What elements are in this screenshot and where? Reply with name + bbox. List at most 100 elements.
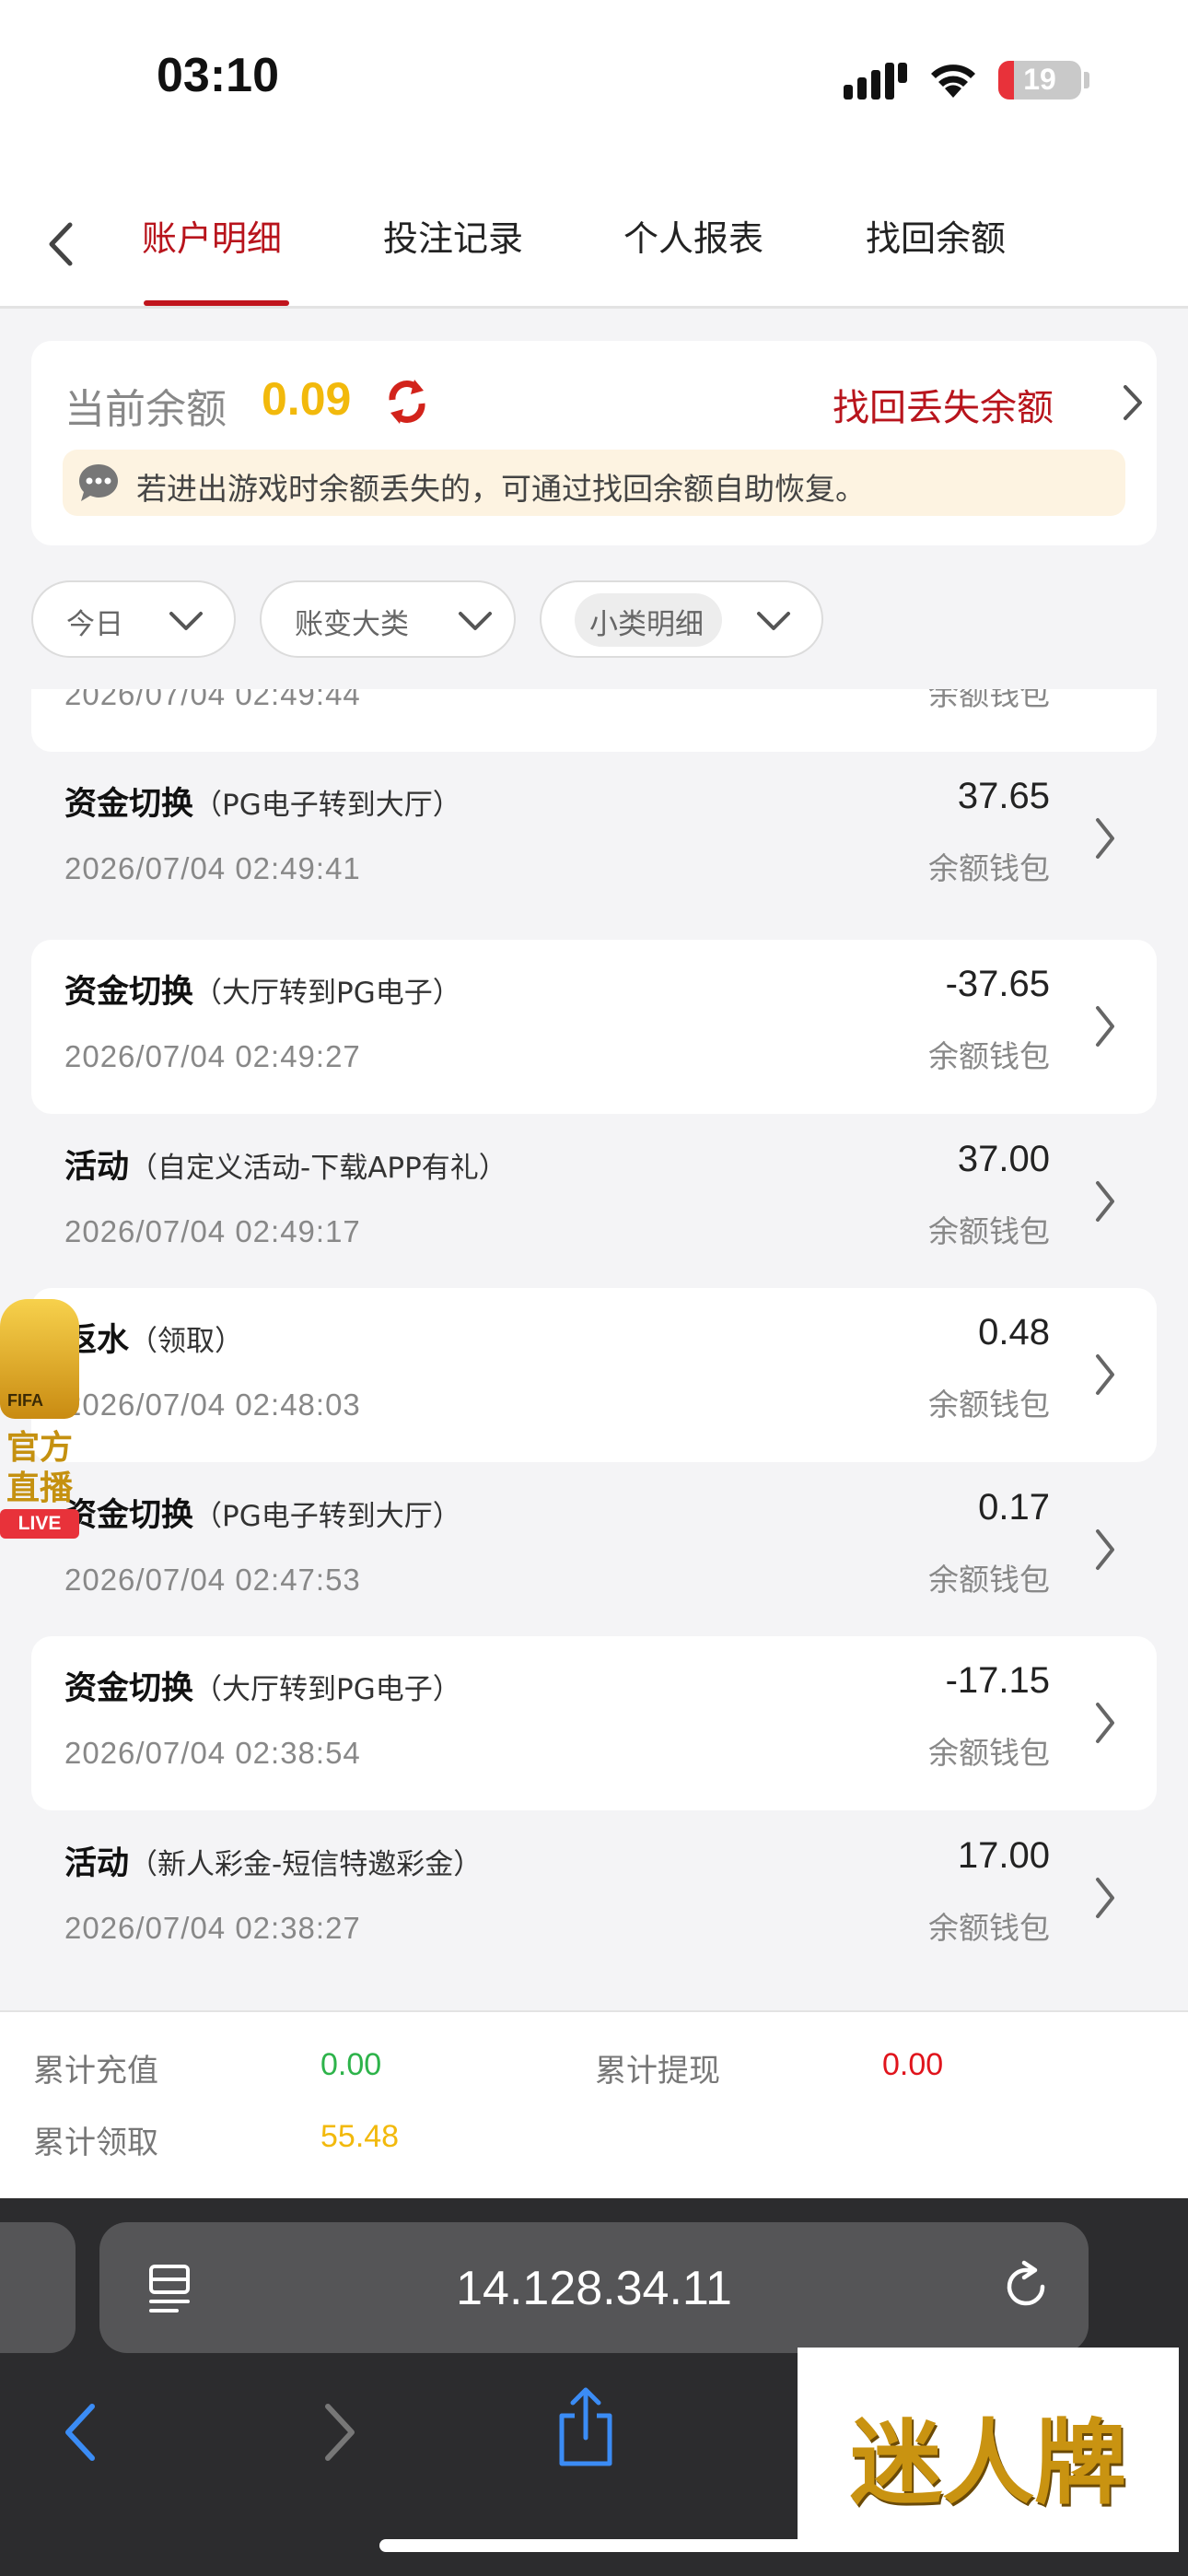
tab-recover-balance[interactable]: 找回余额 [866,210,1006,261]
row-amount: 17.00 [957,1835,1050,1876]
tab-bet-records[interactable]: 投注记录 [383,210,523,261]
total-withdraw-value: 0.00 [882,2047,944,2082]
url-text: 14.128.34.11 [456,2262,732,2315]
total-recharge-value: 0.00 [320,2047,382,2082]
row-amount: -17.15 [945,1660,1050,1701]
row-type: 活动 [64,1845,130,1882]
share-icon[interactable] [553,2383,619,2475]
balance-card: 当前余额 0.09 找回丢失余额 若进出游戏时余额丢失的，可通过找回余额自助恢复… [31,341,1157,545]
filter-date[interactable]: 今日 [31,580,236,658]
row-detail: （新人彩金-短信特邀彩金） [129,1848,483,1881]
filter-subcategory[interactable]: 小类明细 [540,580,823,658]
browser-forward-icon[interactable] [313,2395,365,2469]
chevron-right-icon [1096,1181,1114,1222]
filter-subcategory-label: 小类明细 [589,608,704,641]
battery-percent: 19 [1023,63,1056,96]
list-item[interactable]: 资金切换（PG电子转到大厅） 2026/07/04 02:47:53 0.17 … [31,1463,1157,1637]
row-time: 2026/07/04 02:48:03 [64,1388,361,1422]
row-time: 2026/07/04 02:38:54 [64,1736,361,1770]
row-wallet: 余额钱包 [928,1387,1050,1423]
total-recharge-label: 累计充值 [33,2053,158,2090]
active-tab-indicator [144,300,289,306]
row-time: 2026/07/04 02:49:17 [64,1214,361,1248]
browser-back-icon[interactable] [55,2395,107,2469]
row-title: 活动（自定义活动-下载APP有礼） [64,1141,507,1188]
trophy-icon: FIFA [0,1299,79,1419]
row-detail: （大厅转到PG电子） [193,977,461,1010]
row-amount: 0.48 [978,1312,1050,1352]
row-detail: （PG电子转到大厅） [193,1500,461,1533]
list-item[interactable]: 返水（领取） 2026/07/04 02:48:03 0.48 余额钱包 [31,1288,1157,1462]
row-wallet: 余额钱包 [928,1213,1050,1249]
row-wallet: 余额钱包 [928,1038,1050,1074]
row-time: 2026/07/04 02:38:27 [64,1911,361,1945]
notice-text: 若进出游戏时余额丢失的，可通过找回余额自助恢复。 [136,471,866,507]
brand-watermark: 迷人牌 [798,2348,1179,2552]
row-detail: （大厅转到PG电子） [193,1673,461,1706]
fifa-live-label: 官方直播 [6,1429,73,1507]
row-title: 资金切换（大厅转到PG电子） [64,966,461,1013]
chevron-right-icon [1096,818,1114,859]
row-time: 2026/07/04 02:49:41 [64,851,361,885]
tab-header: 账户明细 投注记录 个人报表 找回余额 [0,175,1188,309]
status-bar: 03:10 19 [0,0,1188,175]
recover-lost-balance-link[interactable]: 找回丢失余额 [833,378,1054,431]
list-item[interactable]: 活动（新人彩金-短信特邀彩金） 2026/07/04 02:38:27 17.0… [31,1811,1157,1985]
previous-tab-preview[interactable] [0,2222,76,2353]
row-amount: 0.17 [978,1487,1050,1528]
tab-account-details[interactable]: 账户明细 [142,210,282,261]
chevron-right-icon [1096,1878,1114,1918]
row-amount: 37.00 [957,1139,1050,1179]
row-type: 资金切换 [64,786,194,823]
row-wallet: 余额钱包 [928,1562,1050,1598]
chevron-right-icon [1096,1529,1114,1570]
chevron-right-icon [1090,689,1120,690]
live-badge: LIVE [0,1509,79,1539]
row-title: 资金切换（大厅转到PG电子） [64,1662,461,1709]
row-detail: （领取） [129,1325,244,1358]
row-title: 返水（领取） [64,1314,243,1361]
chevron-right-icon [1096,1006,1114,1047]
status-time: 03:10 [157,49,279,102]
row-title: 活动（新人彩金-短信特邀彩金） [64,1837,482,1884]
total-claim-value: 55.48 [320,2119,400,2154]
watermark-text: 迷人牌 [850,2408,1126,2517]
balance-notice: 若进出游戏时余额丢失的，可通过找回余额自助恢复。 [63,450,1125,516]
row-time: 2026/07/04 02:47:53 [64,1563,361,1597]
chevron-down-icon [169,612,203,630]
filter-date-label: 今日 [66,608,123,641]
fifa-live-badge[interactable]: FIFA 官方直播 LIVE [0,1299,83,1548]
refresh-icon[interactable] [381,376,433,427]
row-time: 2026/07/04 02:49:44 [64,689,361,711]
back-chevron-icon[interactable] [33,212,88,276]
filter-category[interactable]: 账变大类 [260,580,516,658]
row-time: 2026/07/04 02:49:27 [64,1039,361,1073]
list-item[interactable]: 活动（自定义活动-下载APP有礼） 2026/07/04 02:49:17 37… [31,1115,1157,1289]
list-item[interactable]: 资金切换（PG电子转到大厅） 2026/07/04 02:49:41 37.65… [31,752,1157,926]
row-wallet: 余额钱包 [928,1910,1050,1946]
tab-personal-report[interactable]: 个人报表 [623,210,763,261]
filter-category-label: 账变大类 [295,608,409,641]
address-bar[interactable]: 14.128.34.11 [99,2222,1089,2353]
row-title: 资金切换（PG电子转到大厅） [64,778,461,825]
row-title: 资金切换（PG电子转到大厅） [64,1489,461,1536]
row-amount: -37.65 [945,964,1050,1004]
cellular-signal-icon [844,63,907,100]
list-item[interactable]: 资金切换（大厅转到PG电子） 2026/07/04 02:38:54 -17.1… [31,1636,1157,1810]
row-amount: 37.65 [957,776,1050,816]
chevron-right-icon [1096,1703,1114,1743]
chat-bubble-icon [79,464,118,501]
row-type: 资金切换 [64,1670,194,1707]
summary-panel: 累计充值 0.00 累计提现 0.00 累计领取 55.48 [0,2010,1188,2198]
list-item[interactable]: 资金切换（大厅转到PG电子） 2026/07/04 02:49:27 -37.6… [31,940,1157,1114]
transaction-list: 2026/07/04 02:49:44 余额钱包 资金切换（PG电子转到大厅） … [31,689,1157,2008]
row-wallet: 余额钱包 [928,850,1050,886]
list-item[interactable]: 2026/07/04 02:49:44 余额钱包 [31,689,1157,752]
wifi-icon [931,64,975,98]
reload-icon[interactable] [998,2259,1054,2314]
chevron-right-icon [1096,1354,1114,1395]
row-wallet: 余额钱包 [928,689,1050,712]
row-type: 资金切换 [64,974,194,1011]
row-type: 资金切换 [64,1497,194,1534]
chevron-right-icon[interactable] [1118,380,1147,426]
